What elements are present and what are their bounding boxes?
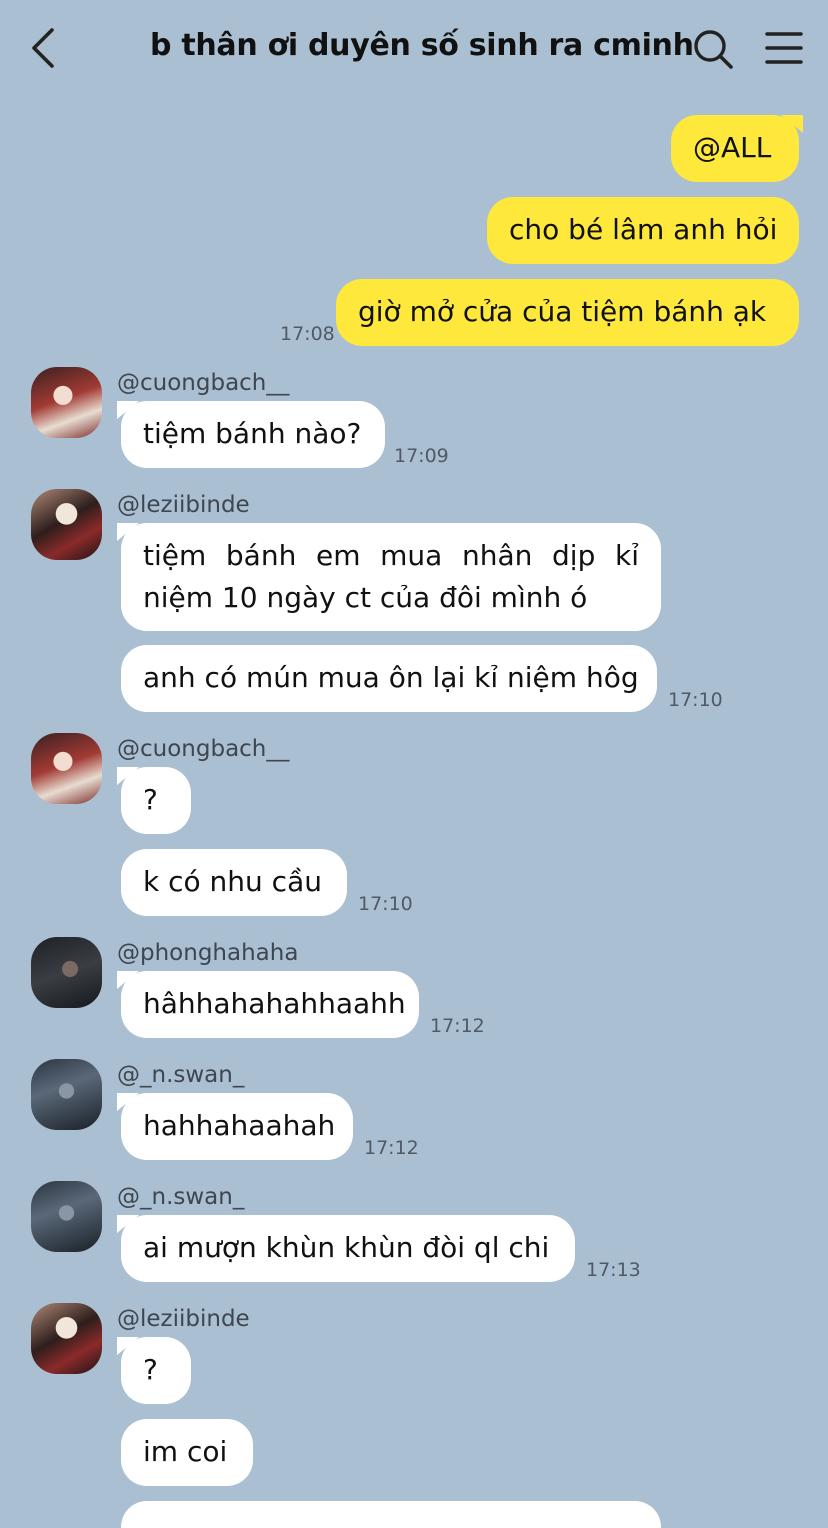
avatar[interactable] — [31, 489, 102, 560]
message-timestamp: 17:10 — [668, 689, 723, 711]
avatar[interactable] — [31, 1303, 102, 1374]
sender-name: @cuongbach__ — [117, 736, 290, 762]
back-button[interactable] — [26, 26, 66, 70]
incoming-message-partial[interactable] — [121, 1501, 661, 1528]
message-timestamp: 17:08 — [280, 323, 335, 345]
outgoing-message[interactable]: @ALL — [671, 115, 803, 182]
sender-name: @phonghahaha — [117, 940, 299, 966]
avatar[interactable] — [31, 937, 102, 1008]
incoming-message[interactable]: ai mượn khùn khùn đòi ql chi — [117, 1215, 575, 1282]
avatar[interactable] — [31, 1181, 102, 1252]
sender-name: @leziibinde — [117, 492, 250, 518]
sender-name: @cuongbach__ — [117, 370, 290, 396]
incoming-message[interactable]: ? — [117, 767, 191, 834]
sender-name: @_n.swan_ — [117, 1062, 245, 1088]
outgoing-message[interactable]: cho bé lâm anh hỏi — [487, 197, 799, 264]
incoming-message[interactable]: k có nhu cầu — [121, 849, 347, 916]
incoming-message[interactable]: tiệm bánh nào? — [117, 401, 385, 468]
chat-title: b thân ơi duyên số sinh ra cminh — [150, 28, 694, 63]
incoming-message[interactable]: anh có mún mua ôn lại kỉ niệm hôg — [121, 645, 657, 712]
incoming-message[interactable]: hahhahaahah — [117, 1093, 353, 1160]
message-timestamp: 17:12 — [364, 1137, 419, 1159]
incoming-message[interactable]: ? — [117, 1337, 191, 1404]
search-icon — [694, 30, 733, 69]
chat-header: b thân ơi duyên số sinh ra cminh — [0, 0, 828, 96]
avatar[interactable] — [31, 733, 102, 804]
message-timestamp: 17:12 — [430, 1015, 485, 1037]
message-timestamp: 17:10 — [358, 893, 413, 915]
sender-name: @_n.swan_ — [117, 1184, 245, 1210]
search-button[interactable] — [692, 28, 734, 70]
hamburger-menu-icon — [765, 32, 803, 64]
incoming-message[interactable]: tiệm bánh em mua nhân dịp kỉ niệm 10 ngà… — [117, 523, 661, 631]
avatar[interactable] — [31, 1059, 102, 1130]
message-timestamp: 17:09 — [394, 445, 449, 467]
avatar[interactable] — [31, 367, 102, 438]
chevron-left-icon — [32, 28, 54, 68]
message-timestamp: 17:13 — [586, 1259, 641, 1281]
outgoing-message[interactable]: giờ mở cửa của tiệm bánh ạk — [336, 279, 799, 346]
sender-name: @leziibinde — [117, 1306, 250, 1332]
incoming-message[interactable]: hâhhahahahhaahh — [117, 971, 419, 1038]
menu-button[interactable] — [764, 30, 804, 66]
incoming-message[interactable]: im coi — [121, 1419, 253, 1486]
